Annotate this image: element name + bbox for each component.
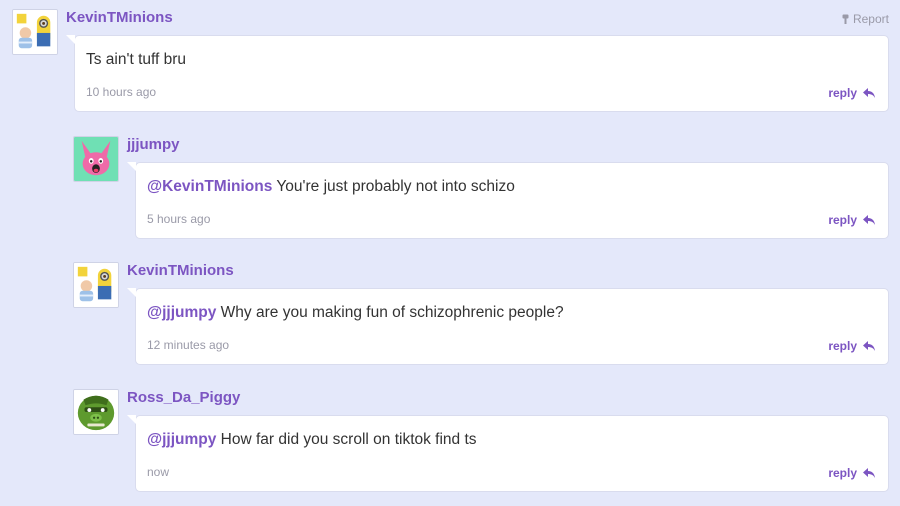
reply-arrow-icon <box>862 340 876 352</box>
reply-arrow-icon <box>862 467 876 479</box>
comment-timestamp: 10 hours ago <box>86 85 157 99</box>
reply-button[interactable]: reply <box>828 339 876 353</box>
comment-bubble: @jjjumpy Why are you making fun of schiz… <box>127 288 889 365</box>
comment-timestamp: 5 hours ago <box>147 212 211 226</box>
comment-text: Ts ain't tuff bru <box>86 50 186 70</box>
reply-arrow-icon <box>862 87 876 99</box>
comment-mention[interactable]: @KevinTMinions <box>147 178 272 195</box>
comment-timestamp: 12 minutes ago <box>147 338 230 352</box>
comment-body: How far did you scroll on tiktok find ts <box>216 431 477 448</box>
reply-label: reply <box>828 86 857 100</box>
comment: Ross_Da_Piggy @jjjumpy How far did you s… <box>73 389 889 493</box>
reply-button[interactable]: reply <box>828 213 876 227</box>
comment-body: Ts ain't tuff bru <box>86 51 187 68</box>
green-pig-avatar-icon[interactable] <box>73 389 119 435</box>
reply-arrow-icon <box>862 214 876 226</box>
comment: KevinTMinions Ts ain't tuff bru 10 hours… <box>12 9 889 113</box>
comment-bubble: @jjjumpy How far did you scroll on tikto… <box>127 415 889 492</box>
comment-text: @jjjumpy Why are you making fun of schiz… <box>147 303 564 323</box>
reply-label: reply <box>828 213 857 227</box>
comment-username[interactable]: Ross_Da_Piggy <box>127 389 240 407</box>
comment-bubble: Ts ain't tuff bru 10 hours ago reply <box>66 35 889 112</box>
minions-avatar-icon[interactable] <box>73 262 119 308</box>
comment-body: Why are you making fun of schizophrenic … <box>216 304 564 321</box>
comment: jjjumpy @KevinTMinions You're just proba… <box>73 136 889 240</box>
reply-button[interactable]: reply <box>828 466 876 480</box>
reply-label: reply <box>828 466 857 480</box>
comment-text: @jjjumpy How far did you scroll on tikto… <box>147 430 477 450</box>
reply-label: reply <box>828 339 857 353</box>
comment-username[interactable]: KevinTMinions <box>66 9 173 27</box>
comment-body: You're just probably not into schizo <box>272 178 515 195</box>
comment: KevinTMinions @jjjumpy Why are you makin… <box>73 262 889 366</box>
comment-username[interactable]: jjjumpy <box>127 136 180 154</box>
reply-button[interactable]: reply <box>828 86 876 100</box>
comment-username[interactable]: KevinTMinions <box>127 262 234 280</box>
comment-timestamp: now <box>147 465 170 479</box>
comment-bubble: @KevinTMinions You're just probably not … <box>127 162 889 239</box>
comment-mention[interactable]: @jjjumpy <box>147 431 216 448</box>
pink-bunny-avatar-icon[interactable] <box>73 136 119 182</box>
comment-mention[interactable]: @jjjumpy <box>147 304 216 321</box>
minions-avatar-icon[interactable] <box>12 9 58 55</box>
comment-text: @KevinTMinions You're just probably not … <box>147 177 515 197</box>
